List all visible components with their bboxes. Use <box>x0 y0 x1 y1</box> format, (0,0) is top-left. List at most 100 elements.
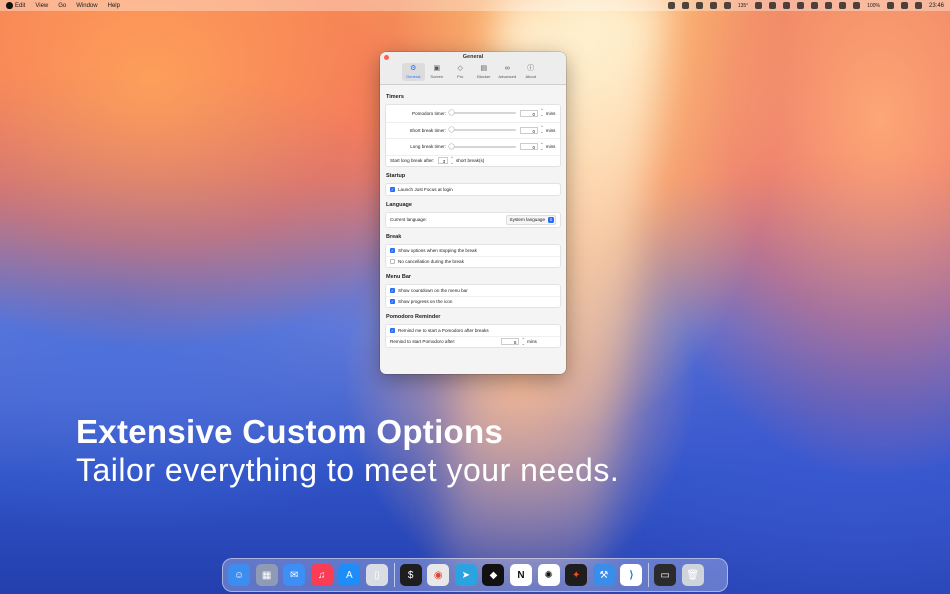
dock-app-app-store[interactable]: A <box>338 564 361 586</box>
no-cancellation-checkbox[interactable] <box>390 259 395 264</box>
status-item-icon[interactable] <box>667 2 675 9</box>
menu-edit[interactable]: Edit <box>15 3 25 9</box>
status-item-icon[interactable] <box>755 2 763 9</box>
dock-app-box[interactable]: ◆ <box>482 564 505 586</box>
dock-app-trash[interactable]: 🗑 <box>681 564 704 586</box>
show-options-row[interactable]: ✓ Show options when stopping the break <box>386 245 560 256</box>
dock-app-telegram[interactable]: ➤ <box>454 564 477 586</box>
section-title-break: Break <box>386 233 402 240</box>
slider-thumb[interactable] <box>449 127 454 133</box>
show-countdown-label: Show countdown on the menu bar <box>398 287 468 293</box>
settings-tabs: ⚙ General ▣ Screen ◇ Pro ▤ Blocker ∞ Adv… <box>402 63 542 81</box>
show-countdown-checkbox[interactable]: ✓ <box>390 287 395 293</box>
dock-separator <box>648 563 649 587</box>
status-item-icon[interactable] <box>695 2 703 9</box>
slider-thumb[interactable] <box>449 110 454 116</box>
language-card: Current language: System language ⇕ <box>385 211 561 228</box>
status-item-icon[interactable] <box>783 2 791 9</box>
long-break-timer-input[interactable]: 0 <box>520 143 538 151</box>
menu-help[interactable]: Help <box>108 3 120 9</box>
no-cancellation-label: No cancellation during the break <box>398 259 464 264</box>
battery-readout[interactable]: 100% <box>867 3 880 9</box>
xcode-icon: ⚒ <box>599 569 609 581</box>
tab-advanced[interactable]: ∞ Advanced <box>496 63 519 81</box>
unit-label: mins <box>545 144 556 150</box>
music-icon: ♫ <box>318 569 326 581</box>
dock-app-figma[interactable]: ✦ <box>565 564 588 586</box>
status-item-icon[interactable] <box>681 2 689 9</box>
show-countdown-row[interactable]: ✓ Show countdown on the menu bar <box>386 285 560 296</box>
remind-me-row[interactable]: ✓ Remind me to start a Pomodoro after br… <box>386 325 560 336</box>
pomodoro-timer-stepper[interactable]: ⌃ ⌄ <box>540 109 544 118</box>
dock-app-notion[interactable]: N <box>510 564 533 586</box>
settings-content: Timers Pomodoro timer: 0 ⌃ ⌄ mins Short b… <box>380 85 566 348</box>
language-select-value: System language <box>509 217 546 222</box>
status-item-icon[interactable] <box>723 2 731 9</box>
temperature-readout[interactable]: 135° <box>738 3 748 9</box>
status-item-icon[interactable] <box>825 2 833 9</box>
blocker-icon: ▤ <box>480 65 488 72</box>
startup-card: ✓ Launch Just Focus at login <box>385 182 561 196</box>
remind-after-stepper[interactable]: ⌃ ⌄ <box>521 337 525 346</box>
no-cancellation-row[interactable]: No cancellation during the break <box>386 255 560 267</box>
short-break-timer-input[interactable]: 0 <box>520 126 538 134</box>
tab-about[interactable]: ⓘ About <box>520 63 543 81</box>
settings-window: General ⚙ General ▣ Screen ◇ Pro ▤ Block… <box>380 52 566 374</box>
show-options-checkbox[interactable]: ✓ <box>390 247 395 253</box>
tab-label: Advanced <box>498 74 517 79</box>
launch-at-login-checkbox[interactable]: ✓ <box>390 186 395 192</box>
remind-after-row: Remind to start Pomodoro after: 5 ⌃ ⌄ min… <box>386 335 560 347</box>
tab-general[interactable]: ⚙ General <box>402 63 425 81</box>
search-icon[interactable] <box>900 2 908 9</box>
launch-at-login-row[interactable]: ✓ Launch Just Focus at login <box>386 184 560 195</box>
dock-app-vscode[interactable]: ⟩ <box>620 564 643 586</box>
long-break-timer-label: Long break timer: <box>410 144 446 150</box>
pomodoro-timer-input[interactable]: 0 <box>520 109 538 117</box>
dock-app-finder[interactable]: ☺ <box>228 564 250 586</box>
control-center-icon[interactable] <box>914 2 922 9</box>
menu-window[interactable]: Window <box>76 3 97 9</box>
tab-pro[interactable]: ◇ Pro <box>449 63 472 81</box>
vscode-icon: ⟩ <box>629 569 634 581</box>
dock-app-terminal-window[interactable]: ▭ <box>654 564 677 586</box>
status-item-icon[interactable] <box>709 2 717 9</box>
start-long-break-stepper[interactable]: ⌃ ⌄ <box>450 156 454 165</box>
status-tray: 135° 100% 23:46 <box>667 2 944 9</box>
break-card: ✓ Show options when stopping the break N… <box>385 243 561 268</box>
dock-app-music[interactable]: ♫ <box>310 564 333 586</box>
apple-menu-icon[interactable] <box>6 2 13 9</box>
dock-app-iphone-mirroring[interactable]: ▯ <box>365 564 388 586</box>
dock-app-terminal[interactable]: $ <box>399 564 422 586</box>
pomodoro-timer-slider[interactable] <box>449 110 516 116</box>
long-break-timer-stepper[interactable]: ⌃ ⌄ <box>540 142 544 151</box>
status-item-icon[interactable] <box>769 2 777 9</box>
remind-me-checkbox[interactable]: ✓ <box>390 327 395 333</box>
tab-screen[interactable]: ▣ Screen <box>426 63 449 81</box>
slider-thumb[interactable] <box>449 143 454 149</box>
tab-blocker[interactable]: ▤ Blocker <box>473 63 496 81</box>
show-progress-checkbox[interactable]: ✓ <box>390 299 395 304</box>
dock-app-xcode[interactable]: ⚒ <box>592 564 615 586</box>
dock-app-launchpad[interactable]: ▦ <box>255 564 278 586</box>
promo-subline: Tailor everything to meet your needs. <box>76 452 620 488</box>
short-break-timer-stepper[interactable]: ⌃ ⌄ <box>540 126 544 135</box>
status-item-icon[interactable] <box>853 2 861 9</box>
status-item-icon[interactable] <box>797 2 805 9</box>
status-item-icon[interactable] <box>839 2 847 9</box>
dock-app-mail[interactable]: ✉ <box>283 564 306 586</box>
dock-app-chatgpt[interactable]: ✺ <box>537 564 560 586</box>
language-select[interactable]: System language ⇕ <box>505 214 556 225</box>
menu-go[interactable]: Go <box>58 3 66 9</box>
show-progress-row[interactable]: ✓ Show progress on the icon <box>386 295 560 307</box>
wifi-icon[interactable] <box>886 2 894 9</box>
remind-after-input[interactable]: 5 <box>501 338 520 345</box>
info-icon: ⓘ <box>527 65 535 72</box>
short-break-timer-label: Short break timer: <box>409 127 446 133</box>
status-item-icon[interactable] <box>811 2 819 9</box>
menubar-clock[interactable]: 23:46 <box>929 3 944 9</box>
dock-app-chrome[interactable]: ◉ <box>427 564 450 586</box>
start-long-break-input[interactable]: 3 <box>438 157 449 164</box>
long-break-timer-slider[interactable] <box>449 143 516 149</box>
menu-view[interactable]: View <box>35 3 48 9</box>
short-break-timer-slider[interactable] <box>449 127 516 133</box>
